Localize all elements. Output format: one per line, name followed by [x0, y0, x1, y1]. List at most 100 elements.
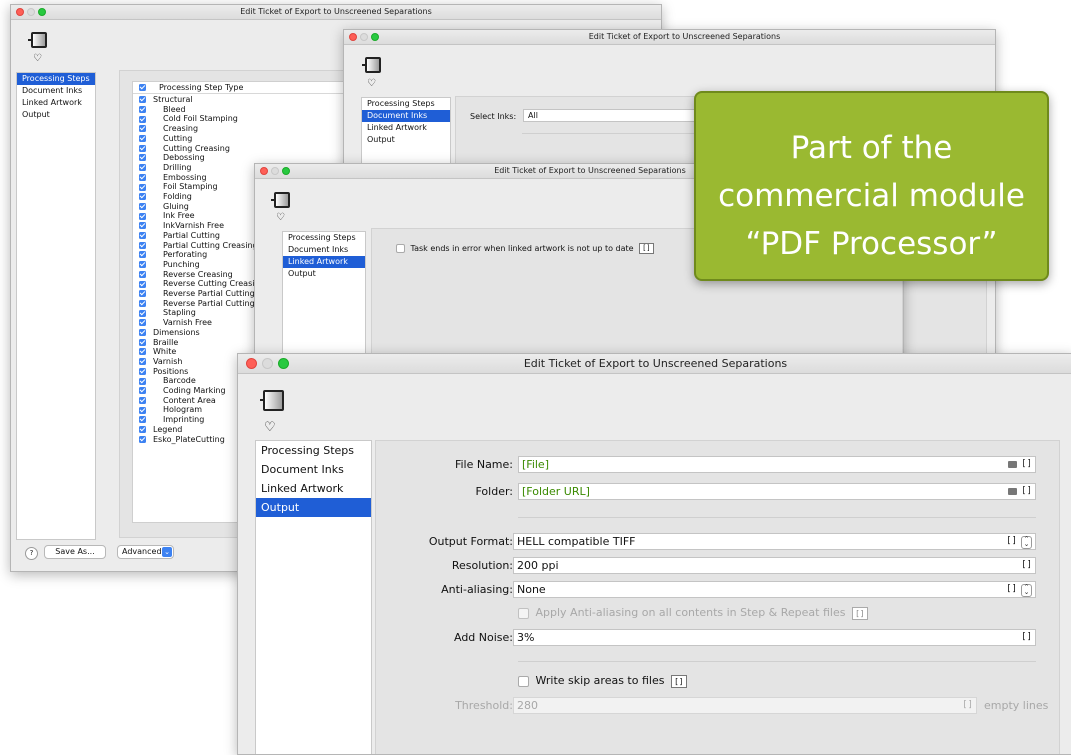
- nav-item-linked-artwork[interactable]: Linked Artwork: [362, 122, 450, 134]
- step-checkbox[interactable]: [139, 183, 146, 191]
- step-checkbox[interactable]: [139, 309, 146, 317]
- nav-item-processing-steps[interactable]: Processing Steps: [17, 73, 95, 85]
- stepper-icon[interactable]: ⌃ ⌄: [1021, 536, 1032, 549]
- add-noise-param-button[interactable]: []: [1021, 630, 1032, 645]
- help-icon[interactable]: ?: [25, 547, 38, 560]
- step-checkbox[interactable]: [139, 105, 146, 113]
- step-checkbox[interactable]: [139, 426, 146, 434]
- nav-item-output[interactable]: Output: [283, 268, 365, 280]
- skip-areas-checkbox[interactable]: [518, 675, 529, 687]
- step-checkbox[interactable]: [139, 329, 146, 337]
- folder-param-button[interactable]: []: [1021, 484, 1032, 499]
- step-checkbox[interactable]: [139, 280, 146, 288]
- step-checkbox[interactable]: [139, 261, 146, 269]
- close-button[interactable]: [246, 358, 257, 369]
- close-button[interactable]: [16, 8, 24, 16]
- minimize-button[interactable]: [271, 167, 279, 175]
- linked-artwork-checkbox[interactable]: [396, 244, 405, 253]
- step-checkbox[interactable]: [139, 377, 146, 385]
- anti-aliasing-param-button[interactable]: []: [1006, 582, 1017, 597]
- save-as-button[interactable]: Save As...: [44, 545, 106, 559]
- nav-item-linked-artwork[interactable]: Linked Artwork: [283, 256, 365, 268]
- step-checkbox[interactable]: [139, 348, 146, 356]
- step-checkbox[interactable]: [139, 212, 146, 220]
- file-name-param-button[interactable]: []: [1021, 457, 1032, 472]
- close-button[interactable]: [349, 33, 357, 41]
- step-checkbox[interactable]: [139, 358, 146, 366]
- step-checkbox[interactable]: [139, 241, 146, 249]
- advanced-dropdown[interactable]: Advanced ⌄: [117, 545, 174, 559]
- step-checkbox[interactable]: [139, 319, 146, 327]
- zoom-button[interactable]: [282, 167, 290, 175]
- file-name-field[interactable]: [File] []: [518, 456, 1036, 473]
- step-label: Structural: [153, 95, 193, 104]
- step-checkbox[interactable]: [139, 270, 146, 278]
- step-checkbox[interactable]: [139, 173, 146, 181]
- step-checkbox[interactable]: [139, 251, 146, 259]
- step-checkbox[interactable]: [139, 96, 146, 104]
- save-as-label: Save As...: [55, 547, 95, 556]
- step-checkbox[interactable]: [139, 125, 146, 133]
- output-format-param-button[interactable]: []: [1006, 534, 1017, 549]
- nav-item-processing-steps[interactable]: Processing Steps: [256, 441, 371, 460]
- nav-item-document-inks[interactable]: Document Inks: [17, 85, 95, 97]
- step-checkbox[interactable]: [139, 115, 146, 123]
- step-checkbox[interactable]: [139, 222, 146, 230]
- skip-areas-param-button[interactable]: []: [670, 674, 687, 688]
- minimize-button[interactable]: [360, 33, 368, 41]
- nav-item-document-inks[interactable]: Document Inks: [256, 460, 371, 479]
- nav-item-document-inks[interactable]: Document Inks: [283, 244, 365, 256]
- resolution-param-button[interactable]: []: [1021, 558, 1032, 573]
- bell-icon[interactable]: ♡: [276, 212, 285, 223]
- step-checkbox[interactable]: [139, 367, 146, 375]
- step-checkbox[interactable]: [139, 396, 146, 404]
- minimize-button[interactable]: [27, 8, 35, 16]
- nav-item-linked-artwork[interactable]: Linked Artwork: [256, 479, 371, 498]
- step-checkbox[interactable]: [139, 338, 146, 346]
- select-all-checkbox[interactable]: [139, 83, 146, 91]
- apply-anti-aliasing-checkbox[interactable]: [518, 607, 529, 619]
- resolution-field[interactable]: 200 ppi []: [513, 557, 1036, 574]
- step-checkbox[interactable]: [139, 299, 146, 307]
- nav-item-linked-artwork[interactable]: Linked Artwork: [17, 97, 95, 109]
- anti-aliasing-dropdown[interactable]: None [] ⌃ ⌄: [513, 581, 1036, 598]
- folder-icon[interactable]: [1008, 488, 1017, 495]
- minimize-button[interactable]: [262, 358, 273, 369]
- nav-item-document-inks[interactable]: Document Inks: [362, 110, 450, 122]
- step-checkbox[interactable]: [139, 154, 146, 162]
- step-checkbox[interactable]: [139, 435, 146, 443]
- bell-icon[interactable]: ♡: [264, 420, 276, 435]
- step-checkbox[interactable]: [139, 290, 146, 298]
- step-checkbox[interactable]: [139, 416, 146, 424]
- zoom-button[interactable]: [278, 358, 289, 369]
- nav-item-processing-steps[interactable]: Processing Steps: [283, 232, 365, 244]
- step-checkbox[interactable]: [139, 406, 146, 414]
- threshold-field[interactable]: 280 []: [513, 697, 977, 714]
- bell-icon[interactable]: ♡: [367, 78, 376, 89]
- apply-anti-aliasing-param-button[interactable]: []: [851, 606, 868, 620]
- step-checkbox[interactable]: [139, 387, 146, 395]
- step-checkbox[interactable]: [139, 232, 146, 240]
- nav-item-processing-steps[interactable]: Processing Steps: [362, 98, 450, 110]
- select-inks-value: All: [528, 111, 538, 120]
- window-title: Edit Ticket of Export to Unscreened Sepa…: [588, 32, 781, 41]
- zoom-button[interactable]: [38, 8, 46, 16]
- step-checkbox[interactable]: [139, 144, 146, 152]
- nav-item-output[interactable]: Output: [256, 498, 371, 517]
- step-checkbox[interactable]: [139, 193, 146, 201]
- folder-field[interactable]: [Folder URL] []: [518, 483, 1036, 500]
- threshold-param-button[interactable]: []: [962, 698, 973, 713]
- step-checkbox[interactable]: [139, 135, 146, 143]
- nav-item-output[interactable]: Output: [17, 109, 95, 121]
- zoom-button[interactable]: [371, 33, 379, 41]
- output-format-dropdown[interactable]: HELL compatible TIFF [] ⌃ ⌄: [513, 533, 1036, 550]
- linked-artwork-param-button[interactable]: []: [639, 243, 654, 254]
- add-noise-field[interactable]: 3% []: [513, 629, 1036, 646]
- step-checkbox[interactable]: [139, 202, 146, 210]
- close-button[interactable]: [260, 167, 268, 175]
- step-checkbox[interactable]: [139, 164, 146, 172]
- bell-icon[interactable]: ♡: [33, 53, 42, 64]
- stepper-icon[interactable]: ⌃ ⌄: [1021, 584, 1032, 597]
- nav-item-output[interactable]: Output: [362, 134, 450, 146]
- folder-icon[interactable]: [1008, 461, 1017, 468]
